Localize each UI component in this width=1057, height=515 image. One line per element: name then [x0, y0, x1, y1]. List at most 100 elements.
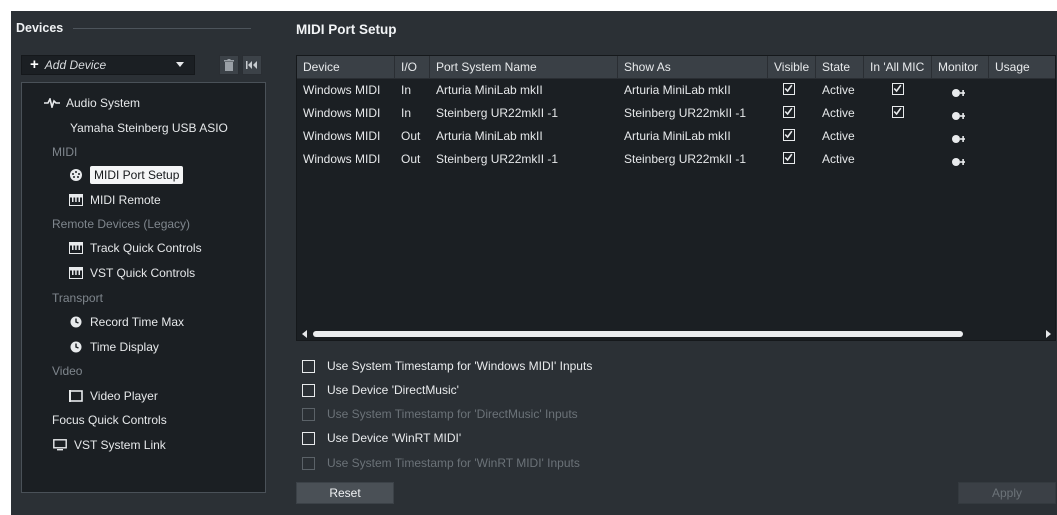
table-row[interactable]: Windows MIDI In Steinberg UR22mkII -1 Stein…: [297, 102, 1055, 124]
tree-item-label: Track Quick Controls: [90, 241, 202, 255]
delete-device-button[interactable]: [219, 55, 239, 75]
scrollbar-thumb[interactable]: [313, 331, 963, 337]
clock-icon: [68, 340, 84, 354]
tree-item-label: MIDI: [52, 145, 78, 159]
tree-item-midi-port-setup[interactable]: MIDI Port Setup: [68, 165, 184, 185]
clock-icon: [68, 315, 84, 329]
tree-category-transport: Transport: [52, 288, 103, 308]
table-row[interactable]: Windows MIDI Out Arturia MiniLab mkII Artur…: [297, 125, 1055, 147]
tree-item-track-quick-controls[interactable]: Track Quick Controls: [68, 238, 202, 258]
devices-title: Devices: [16, 21, 64, 35]
midi-port-table: Device I/O Port System Name Show As Visible S…: [296, 55, 1056, 341]
column-header-usage[interactable]: Usage: [989, 56, 1055, 78]
horizontal-scrollbar[interactable]: [297, 328, 1055, 340]
in-all-midi-checkbox[interactable]: [892, 106, 904, 118]
trash-icon: [224, 59, 234, 71]
tree-item-label: Video Player: [90, 389, 158, 403]
option-use-system-timestamp-for-winrt-midi-inputs: Use System Timestamp for 'WinRT MIDI' In…: [302, 455, 580, 471]
option-checkbox: [302, 407, 315, 421]
tree-item-label: Record Time Max: [90, 315, 185, 329]
devices-header: Devices: [16, 20, 251, 36]
tree-item-label: Yamaha Steinberg USB ASIO: [70, 121, 228, 135]
waveform-icon: [44, 96, 60, 110]
tree-category-video: Video: [52, 361, 82, 381]
device-cell: Windows MIDI: [303, 129, 381, 143]
table-row[interactable]: Windows MIDI Out Steinberg UR22mkII -1 Stei…: [297, 148, 1055, 170]
in-all-midi-checkbox[interactable]: [892, 83, 904, 95]
option-checkbox[interactable]: [302, 431, 315, 445]
show-as-cell[interactable]: Steinberg UR22mkII -1: [618, 148, 746, 170]
tree-item-focus-quick-controls[interactable]: Focus Quick Controls: [52, 410, 167, 430]
column-header-state[interactable]: State: [816, 56, 864, 78]
io-cell: Out: [401, 129, 421, 143]
visible-checkbox[interactable]: [783, 106, 795, 118]
option-label: Use System Timestamp for 'WinRT MIDI' In…: [327, 456, 580, 470]
monitor-icon[interactable]: [952, 109, 966, 123]
tree-item-label: Remote Devices (Legacy): [52, 217, 191, 231]
tree-item-label: MIDI Remote: [90, 193, 161, 207]
state-cell: Active: [822, 152, 855, 166]
column-header-device[interactable]: Device: [297, 56, 395, 78]
monitor-icon[interactable]: [952, 132, 966, 146]
monitor-icon[interactable]: [952, 155, 966, 169]
scroll-right-icon[interactable]: [1046, 330, 1051, 338]
visible-checkbox[interactable]: [783, 152, 795, 164]
device-tree: Audio System Yamaha Steinberg USB ASIO MID…: [21, 82, 266, 493]
keyboard-icon: [68, 266, 84, 280]
header-divider: [73, 27, 251, 29]
column-header-visible[interactable]: Visible: [768, 56, 816, 78]
column-header-in-all-mic[interactable]: In 'All MIC: [864, 56, 932, 78]
port-name-cell: Steinberg UR22mkII -1: [436, 152, 559, 166]
table-header: Device I/O Port System Name Show As Visible S…: [297, 56, 1055, 79]
show-as-cell[interactable]: Arturia MiniLab mkII: [618, 125, 731, 147]
column-header-monitor[interactable]: Monitor: [932, 56, 989, 78]
state-cell: Active: [822, 106, 855, 120]
add-device-dropdown[interactable]: + Add Device: [21, 55, 195, 75]
device-cell: Windows MIDI: [303, 83, 381, 97]
tree-item-audio-system[interactable]: Audio System: [44, 93, 140, 113]
show-as-cell[interactable]: Arturia MiniLab mkII: [618, 79, 731, 101]
tree-item-label: MIDI Port Setup: [90, 166, 184, 184]
table-row[interactable]: Windows MIDI In Arturia MiniLab mkII Arturi…: [297, 79, 1055, 101]
tree-item-label: VST System Link: [74, 438, 166, 452]
column-header-port-system-name[interactable]: Port System Name: [430, 56, 618, 78]
show-as-cell[interactable]: Steinberg UR22mkII -1: [618, 102, 746, 124]
column-header-show-as[interactable]: Show As: [618, 56, 768, 78]
option-label: Use System Timestamp for 'Windows MIDI' …: [327, 359, 593, 373]
tree-item-label: Transport: [52, 291, 103, 305]
option-use-system-timestamp-for-directmusic-inputs: Use System Timestamp for 'DirectMusic' I…: [302, 406, 578, 422]
video-frame-icon: [68, 389, 84, 403]
tree-item-vst-quick-controls[interactable]: VST Quick Controls: [68, 263, 195, 283]
device-cell: Windows MIDI: [303, 106, 381, 120]
tree-item-record-time-max[interactable]: Record Time Max: [68, 312, 184, 332]
tree-item-vst-system-link[interactable]: VST System Link: [52, 435, 166, 455]
tree-item-label: VST Quick Controls: [90, 266, 196, 280]
option-use-device-winrt-midi[interactable]: Use Device 'WinRT MIDI': [302, 430, 461, 446]
scroll-left-icon[interactable]: [302, 330, 307, 338]
page-title: MIDI Port Setup: [296, 22, 397, 37]
option-checkbox[interactable]: [302, 359, 315, 373]
option-use-device-directmusic[interactable]: Use Device 'DirectMusic': [302, 382, 459, 398]
chevron-down-icon: [176, 62, 184, 67]
visible-checkbox[interactable]: [783, 83, 795, 95]
tree-category-remote-devices-legacy: Remote Devices (Legacy): [52, 214, 190, 234]
option-checkbox[interactable]: [302, 383, 315, 397]
tree-item-label: Focus Quick Controls: [52, 413, 167, 427]
monitor-icon[interactable]: [952, 86, 966, 100]
plus-icon: +: [30, 56, 39, 73]
option-label: Use System Timestamp for 'DirectMusic' I…: [327, 407, 578, 421]
reset-button[interactable]: Reset: [296, 482, 394, 504]
tree-item-midi-remote[interactable]: MIDI Remote: [68, 190, 161, 210]
tree-item-video-player[interactable]: Video Player: [68, 386, 158, 406]
option-use-system-timestamp-for-windows-midi-inputs[interactable]: Use System Timestamp for 'Windows MIDI' …: [302, 358, 592, 374]
tree-item-label: Time Display: [90, 340, 159, 354]
reset-device-button[interactable]: [242, 55, 262, 75]
column-header-i-o[interactable]: I/O: [395, 56, 430, 78]
visible-checkbox[interactable]: [783, 129, 795, 141]
option-label: Use Device 'WinRT MIDI': [327, 431, 462, 445]
tree-item-time-display[interactable]: Time Display: [68, 337, 159, 357]
apply-button[interactable]: Apply: [958, 482, 1056, 504]
tree-item-yamaha-steinberg-usb-asio[interactable]: Yamaha Steinberg USB ASIO: [70, 118, 228, 138]
tree-item-label: Video: [52, 364, 83, 378]
skip-back-icon: [246, 61, 257, 69]
